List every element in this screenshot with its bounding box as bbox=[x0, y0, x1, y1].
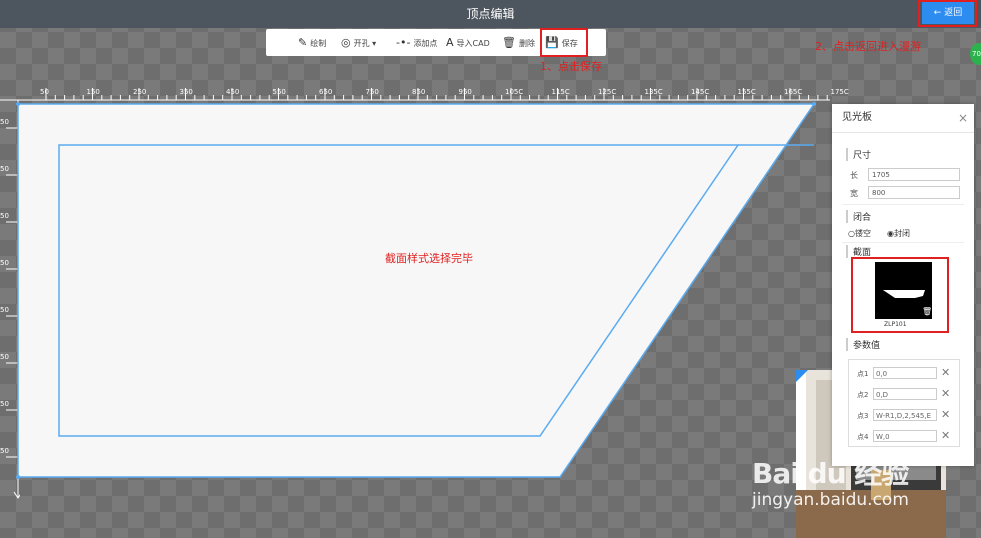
vertex-handle[interactable] bbox=[16, 475, 20, 479]
delete-param-icon[interactable]: ✕ bbox=[941, 388, 950, 400]
ruler-label: 50 bbox=[40, 88, 49, 96]
ruler-label: 550 bbox=[272, 88, 286, 96]
section-highlight bbox=[851, 257, 949, 333]
param-input[interactable]: W,0 bbox=[873, 430, 937, 442]
ruler-label: 650 bbox=[319, 88, 333, 96]
pencil-icon: ✎ bbox=[298, 36, 308, 49]
close-icon[interactable]: × bbox=[958, 104, 968, 132]
param-input[interactable]: W-R1,D,2,545,E bbox=[873, 409, 937, 421]
hole-icon: ◎ bbox=[341, 36, 351, 49]
ruler-label: 950 bbox=[458, 88, 472, 96]
param-label: 点3 bbox=[857, 412, 869, 420]
top-ruler: 50 150 250 350 450 550 650 750 850 950 105C 115C 125… bbox=[0, 80, 849, 102]
vertex-handle[interactable] bbox=[812, 102, 816, 106]
outer-shape[interactable] bbox=[17, 103, 816, 478]
param-label: 点1 bbox=[857, 370, 869, 378]
width-label: 宽 bbox=[850, 189, 858, 198]
radio-unchecked-icon: ○ bbox=[848, 229, 855, 238]
param-label: 点2 bbox=[857, 391, 869, 399]
delete-param-icon[interactable]: ✕ bbox=[941, 409, 950, 421]
back-button-highlight bbox=[918, 0, 977, 27]
params-list: 点1 0,0 ✕ 点2 0,D ✕ 点3 W-R1,D,2,545,E ✕ 点4… bbox=[848, 359, 960, 447]
watermark-url: jingyan.baidu.com bbox=[752, 490, 909, 510]
ruler-label: 350 bbox=[179, 88, 193, 96]
ruler-label: 175C bbox=[830, 88, 849, 96]
divider bbox=[842, 242, 964, 243]
delete-param-icon[interactable]: ✕ bbox=[941, 430, 950, 442]
width-input[interactable]: 800 bbox=[868, 186, 960, 199]
ruler-label: 105C bbox=[505, 88, 524, 96]
ruler-label: 155C bbox=[737, 88, 756, 96]
ruler-label: 850 bbox=[412, 88, 426, 96]
hole-tool[interactable]: ◎ 开孔 ▾ bbox=[341, 29, 376, 56]
title-bar: 顶点编辑 bbox=[0, 0, 981, 28]
params-section-label: 参数值 bbox=[846, 338, 880, 351]
open-radio[interactable]: ○镂空 bbox=[848, 228, 871, 239]
divider bbox=[842, 204, 964, 205]
closed-radio[interactable]: ◉封闭 bbox=[887, 228, 910, 239]
ruler-label: 750 bbox=[365, 88, 379, 96]
ruler-label: 145C bbox=[691, 88, 710, 96]
delete-param-icon[interactable]: ✕ bbox=[941, 367, 950, 379]
ruler-label: 135C bbox=[644, 88, 663, 96]
ruler-label: 165C bbox=[784, 88, 803, 96]
delete-tool[interactable]: 🗑 删除 bbox=[502, 29, 535, 56]
annotation-step1: 1、点击保存 bbox=[540, 60, 602, 73]
ruler-label: 250 bbox=[133, 88, 147, 96]
length-label: 长 bbox=[850, 171, 858, 180]
trash-icon: 🗑 bbox=[502, 36, 516, 49]
ruler-label: 125C bbox=[598, 88, 617, 96]
watermark-logo: Bai du 经验 bbox=[752, 457, 909, 490]
text-import-icon: A bbox=[446, 36, 454, 49]
annotation-step2: 2、点击返回进入漫游 bbox=[815, 40, 921, 53]
add-point-tool[interactable]: -•- 添加点 bbox=[396, 29, 437, 56]
vertex-handle[interactable] bbox=[16, 102, 20, 106]
param-input[interactable]: 0,D bbox=[873, 388, 937, 400]
page-title: 顶点编辑 bbox=[466, 7, 515, 21]
size-section-label: 尺寸 bbox=[846, 148, 871, 161]
param-input[interactable]: 0,0 bbox=[873, 367, 937, 379]
drawing-canvas[interactable] bbox=[0, 100, 830, 480]
closure-section-label: 闭合 bbox=[846, 210, 871, 223]
add-point-icon: -•- bbox=[396, 36, 411, 49]
green-badge: 70 bbox=[970, 43, 981, 65]
center-message: 截面样式选择完毕 bbox=[385, 252, 473, 265]
import-cad-tool[interactable]: A 导入CAD bbox=[446, 29, 490, 56]
ruler-label: 450 bbox=[226, 88, 240, 96]
ruler-label: 150 bbox=[86, 88, 100, 96]
param-label: 点4 bbox=[857, 433, 869, 441]
draw-tool[interactable]: ✎ 绘制 bbox=[298, 29, 326, 56]
save-highlight bbox=[540, 28, 588, 57]
panel-header: 见光板 × bbox=[832, 104, 974, 133]
radio-checked-icon: ◉ bbox=[887, 229, 894, 238]
panel-title: 见光板 bbox=[842, 112, 872, 123]
length-input[interactable]: 1705 bbox=[868, 168, 960, 181]
ruler-label: 115C bbox=[551, 88, 570, 96]
